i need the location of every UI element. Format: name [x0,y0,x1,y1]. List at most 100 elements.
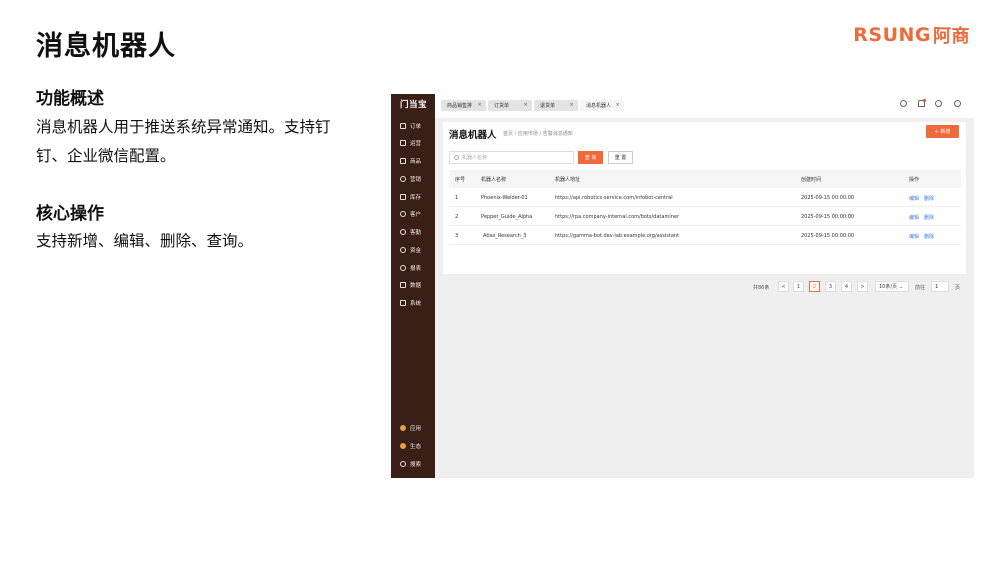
sidebar-item-inventory[interactable]: 库存 [400,193,421,201]
sidebar-item-ecosystem[interactable]: 生态 [400,442,421,450]
tab-label: 订货单 [494,103,510,109]
sidebar-item-label: 运营 [410,141,422,147]
brand-cn: 阿商 [933,26,970,47]
sidebar-item-data[interactable]: 数据 [400,281,421,289]
sidebar-item-marketing[interactable]: 营销 [400,175,421,183]
next-page-button[interactable]: > [857,281,868,292]
page-button-3[interactable]: 3 [825,281,836,292]
sidebar-item-service[interactable]: 客勤 [400,228,421,236]
sidebar-item-product[interactable]: 商品 [400,157,421,165]
inventory-icon [400,194,406,200]
sidebar-item-system[interactable]: 系统 [400,299,421,307]
ecosystem-icon [400,443,406,449]
section-ops-body: 支持新增、编辑、删除、查询。 [36,232,254,250]
slide-title: 消息机器人 [36,31,176,62]
sidebar-item-operation[interactable]: 运营 [400,139,421,147]
sidebar-item-search[interactable]: 搜索 [400,460,421,468]
column-header: 机器人名称 [481,177,507,183]
sidebar-item-label: 系统 [410,301,422,307]
notification-dot [923,99,926,102]
add-robot-button[interactable]: + 新增 [926,125,959,138]
section-overview-title: 功能概述 [36,89,104,109]
sidebar-item-customer[interactable]: 客户 [400,210,421,218]
close-icon[interactable]: × [615,102,620,108]
customer-icon [400,211,406,217]
sidebar-item-label: 库存 [410,195,422,201]
table-row: 1 Phoenix-Welder-01 https://api.robotics… [449,188,961,207]
robot-name: Pepper_Guide_Alpha [481,214,533,220]
search-icon [400,461,406,467]
help-icon[interactable] [935,100,942,107]
top-bar: 商品销售排 × 订货单 × 退货单 × 消息机器人 × [435,94,974,118]
brand-logo: RSUNG 阿商 [853,22,970,48]
sidebar-item-label: 报表 [410,266,422,272]
edit-link[interactable]: 编辑 [909,214,919,221]
page-button-1[interactable]: 1 [793,281,804,292]
sidebar-item-funds[interactable]: 资金 [400,246,421,254]
pagination: 共86条 < 1 2 3 4 > 10条/页 ⌄ 前往 1 页 [443,281,966,293]
tab-label: 退货单 [540,103,556,109]
page-title: 消息机器人 [449,130,497,141]
search-placeholder: 机器人名称 [462,155,488,161]
sidebar-item-label: 客户 [410,212,422,218]
table-row: 3 Atlas_Research_3 https://gamma-bot.dev… [449,226,961,245]
user-icon[interactable] [954,100,961,107]
close-icon[interactable]: × [477,102,482,108]
column-header: 机器人地址 [555,177,581,183]
edit-link[interactable]: 编辑 [909,233,919,240]
row-index: 2 [455,214,459,220]
column-header: 创建时间 [801,177,822,183]
sidebar-item-label: 资金 [410,248,422,254]
search-input[interactable]: 机器人名称 [449,151,574,164]
main-card: 消息机器人 首页 / 应用市场 / 告警消息通知 + 新增 机器人名称 查 询 … [443,122,966,292]
delete-link[interactable]: 删除 [924,233,934,240]
goto-page-input[interactable]: 1 [931,281,949,292]
column-header: 序号 [455,177,466,183]
reset-button[interactable]: 重 置 [608,151,633,164]
edit-link[interactable]: 编辑 [909,195,919,202]
page-button-2[interactable]: 2 [809,281,820,292]
delete-link[interactable]: 删除 [924,195,934,202]
tab-return-order[interactable]: 退货单 × [534,100,578,111]
robot-url: https://api.robotics-service.com/infobot… [555,195,673,201]
report-icon [400,265,406,271]
operation-icon [400,140,406,146]
service-icon [400,229,406,235]
funds-icon [400,247,406,253]
row-index: 1 [455,195,459,201]
refresh-icon[interactable] [900,100,907,107]
robot-url: https://rpa.company-internal.com/bots/da… [555,214,680,220]
product-icon [400,158,406,164]
tab-message-robot[interactable]: 消息机器人 × [580,100,624,111]
row-index: 3 [455,233,459,239]
sidebar-item-apps[interactable]: 应用 [400,424,421,432]
app-screenshot: 门当宝 订单 运营 商品 营销 库存 客户 客勤 资金 报表 数据 系统 应用 … [391,94,974,478]
page-button-4[interactable]: 4 [841,281,852,292]
prev-page-button[interactable]: < [778,281,789,292]
created-time: 2025-09-15 00:00:00 [801,195,855,201]
app-logo: 门当宝 [400,100,428,110]
page-size-value: 10条/页 [879,284,898,290]
marketing-icon [400,176,406,182]
sidebar-item-report[interactable]: 报表 [400,264,421,272]
tab-label: 商品销售排 [447,103,473,109]
tab-sales-ranking[interactable]: 商品销售排 × [441,100,486,111]
sidebar-item-label: 生态 [410,444,422,450]
close-icon[interactable]: × [569,102,574,108]
query-button[interactable]: 查 询 [578,151,603,164]
close-icon[interactable]: × [523,102,528,108]
created-time: 2025-09-15 00:00:00 [801,233,855,239]
system-icon [400,300,406,306]
order-icon [400,123,406,129]
tab-purchase-order[interactable]: 订货单 × [488,100,532,111]
page-unit: 页 [955,285,961,291]
tab-label: 消息机器人 [586,103,612,109]
sidebar-item-order[interactable]: 订单 [400,122,421,130]
page-size-select[interactable]: 10条/页 ⌄ [875,281,909,292]
search-icon [454,155,459,160]
breadcrumb: 首页 / 应用市场 / 告警消息通知 [503,131,573,137]
data-icon [400,282,406,288]
robot-name: Phoenix-Welder-01 [481,195,528,201]
delete-link[interactable]: 删除 [924,214,934,221]
robot-url: https://gamma-bot.dev-lab.example.org/as… [555,233,680,239]
